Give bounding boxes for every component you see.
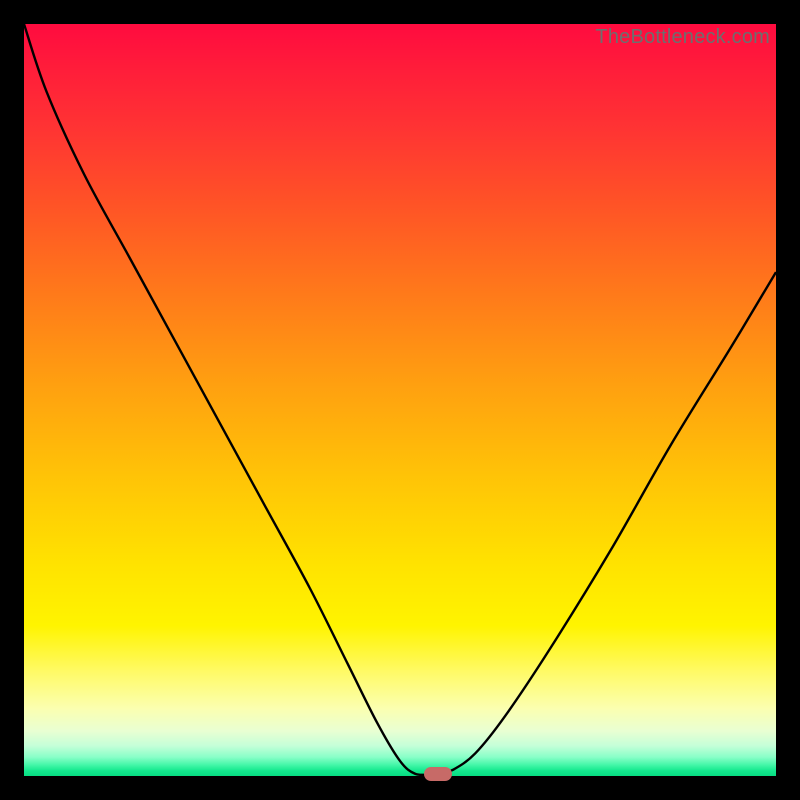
- curve-path: [24, 24, 776, 775]
- bottleneck-curve: [24, 24, 776, 776]
- optimal-marker: [424, 767, 452, 781]
- plot-area: TheBottleneck.com: [24, 24, 776, 776]
- chart-frame: TheBottleneck.com: [0, 0, 800, 800]
